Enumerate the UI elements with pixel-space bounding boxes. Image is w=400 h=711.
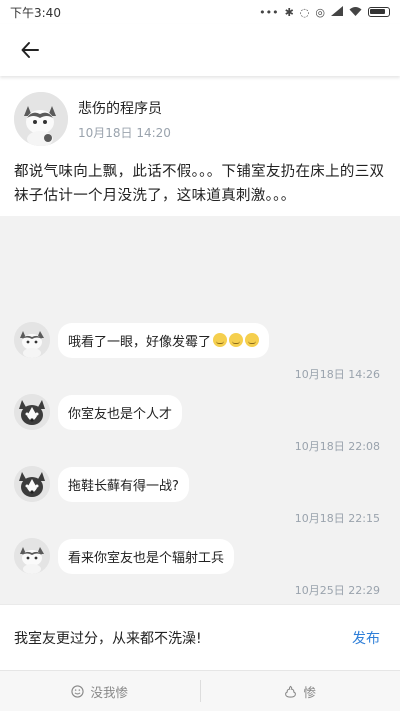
status-bar: 下午3:40 ••• ✱ ◌ ◎ bbox=[0, 0, 400, 24]
author-avatar[interactable] bbox=[14, 92, 68, 146]
comment-item: 你室友也是个人才 10月18日 22:08 bbox=[0, 394, 400, 454]
comment-time: 10月18日 14:26 bbox=[294, 368, 380, 381]
comment-time: 10月18日 22:08 bbox=[294, 440, 380, 453]
comment-item: 看来你室友也是个辐射工兵 10月25日 22:29 bbox=[0, 538, 400, 598]
author-name[interactable]: 悲伤的程序员 bbox=[78, 98, 171, 118]
tab-miserable[interactable]: 惨 bbox=[201, 682, 400, 701]
tab-not-as-bad[interactable]: 没我惨 bbox=[0, 682, 200, 701]
comment-text: 你室友也是个人才 bbox=[68, 406, 173, 422]
battery-icon bbox=[368, 7, 390, 17]
wifi-icon bbox=[349, 6, 362, 19]
emoji-icon bbox=[213, 333, 228, 347]
comment-item: 拖鞋长藓有得一战? 10月18日 22:15 bbox=[0, 466, 400, 526]
comment-text: 看来你室友也是个辐射工兵 bbox=[68, 550, 225, 566]
bluetooth-icon: ✱ bbox=[284, 5, 294, 19]
post-header: 悲伤的程序员 10月18日 14:20 bbox=[14, 92, 386, 146]
cat-avatar-icon bbox=[14, 322, 50, 358]
comment-text: 哦看了一眼，好像发霉了 bbox=[68, 334, 212, 350]
comment-time: 10月25日 22:29 bbox=[294, 584, 380, 597]
post-body: 都说气味向上飘，此话不假。。。下铺室友扔在床上的三双袜子估计一个月没洗了，这味道… bbox=[14, 164, 385, 204]
alarm-icon: ◎ bbox=[315, 5, 325, 19]
app-bar bbox=[0, 24, 400, 76]
comment-bubble[interactable]: 哦看了一眼，好像发霉了 bbox=[58, 322, 270, 358]
husky-avatar-icon bbox=[14, 466, 50, 502]
cat-avatar-icon bbox=[14, 92, 68, 146]
mute-icon: ◌ bbox=[299, 5, 310, 19]
comment-item: 哦看了一眼，好像发霉了 10月18日 14:26 bbox=[0, 322, 400, 382]
status-icons: ••• ✱ ◌ ◎ bbox=[259, 5, 390, 19]
status-time: 下午3:40 bbox=[10, 5, 61, 20]
reply-input[interactable] bbox=[14, 629, 314, 646]
poop-icon bbox=[285, 685, 297, 698]
commenter-avatar[interactable] bbox=[14, 322, 50, 358]
commenter-avatar[interactable] bbox=[14, 394, 50, 430]
emoji-icon bbox=[245, 333, 260, 347]
author-meta: 悲伤的程序员 10月18日 14:20 bbox=[78, 98, 171, 141]
signal-dots-icon: ••• bbox=[259, 5, 279, 19]
emoji-icon bbox=[229, 333, 244, 347]
tab-label: 惨 bbox=[303, 684, 316, 700]
comment-list: 哦看了一眼，好像发霉了 10月18日 14:26 你室友也是个人才 10月18日… bbox=[0, 216, 400, 604]
reply-bar: 发布 bbox=[0, 604, 400, 670]
cell-signal-icon bbox=[331, 5, 343, 19]
husky-avatar-icon bbox=[14, 394, 50, 430]
arrow-left-icon bbox=[21, 42, 39, 58]
comment-text: 拖鞋长藓有得一战? bbox=[68, 478, 179, 494]
publish-button[interactable]: 发布 bbox=[352, 628, 380, 648]
post-card: 悲伤的程序员 10月18日 14:20 都说气味向上飘，此话不假。。。下铺室友扔… bbox=[0, 78, 400, 216]
back-button[interactable] bbox=[14, 34, 46, 66]
tab-label: 没我惨 bbox=[90, 684, 128, 700]
post-time: 10月18日 14:20 bbox=[78, 125, 171, 140]
comment-bubble[interactable]: 看来你室友也是个辐射工兵 bbox=[58, 538, 235, 574]
smile-icon bbox=[71, 684, 85, 698]
comment-bubble[interactable]: 拖鞋长藓有得一战? bbox=[58, 466, 189, 502]
commenter-avatar[interactable] bbox=[14, 466, 50, 502]
bottom-bar: 没我惨 惨 bbox=[0, 670, 400, 711]
comment-bubble[interactable]: 你室友也是个人才 bbox=[58, 394, 183, 430]
commenter-avatar[interactable] bbox=[14, 538, 50, 574]
cat-avatar-icon bbox=[14, 538, 50, 574]
comment-time: 10月18日 22:15 bbox=[294, 512, 380, 525]
